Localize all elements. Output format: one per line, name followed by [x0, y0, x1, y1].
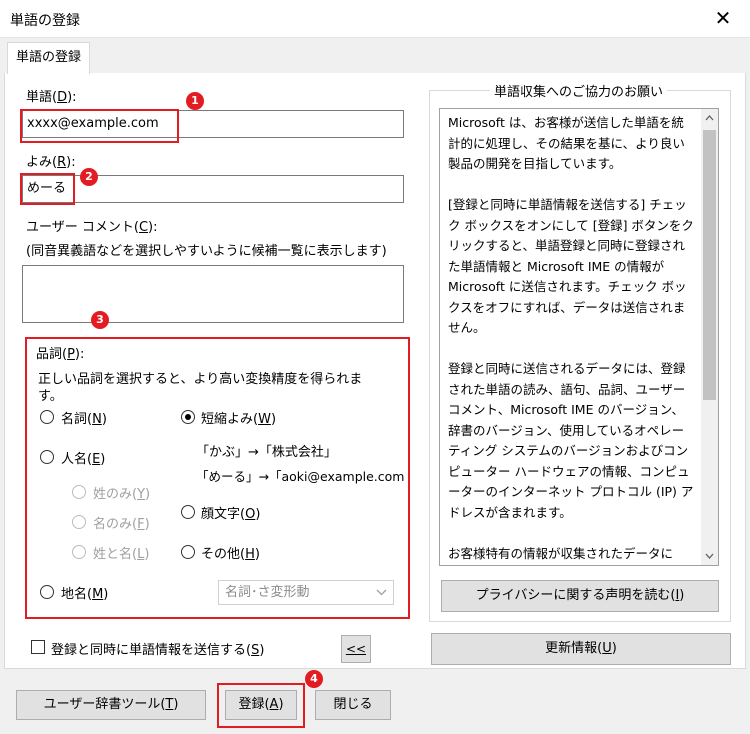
collapse-button[interactable]: << [341, 635, 371, 663]
pos-description: 正しい品詞を選択すると、より高い変換精度を得られます。 [38, 372, 363, 404]
radio-other-label: その他(H) [201, 547, 260, 562]
radio-given-name-label: 名のみ(F) [93, 517, 150, 532]
radio-noun[interactable] [40, 410, 54, 424]
reading-label: よみ(R): [26, 155, 76, 170]
radio-place[interactable] [40, 585, 54, 599]
radio-place-label: 地名(M) [61, 587, 109, 602]
radio-surname[interactable] [72, 485, 86, 499]
word-label: 単語(D): [26, 90, 77, 105]
send-word-info-label: 登録と同時に単語情報を送信する(S) [51, 643, 265, 658]
info-text-box: Microsoft は、お客様が送信した単語を統計的に処理し、その結果を基に、よ… [439, 108, 719, 566]
radio-given-name[interactable] [72, 515, 86, 529]
update-info-button[interactable]: 更新情報(U) [431, 633, 731, 665]
user-dictionary-tool-button[interactable]: ユーザー辞書ツール(T) [16, 690, 206, 720]
step-badge-1: 1 [186, 92, 204, 110]
comment-hint: (同音異義語などを選択しやすいように候補一覧に表示します) [26, 244, 387, 259]
chevron-down-icon [376, 589, 387, 596]
register-button[interactable]: 登録(A) [225, 690, 297, 720]
radio-emoticon[interactable] [181, 505, 195, 519]
abbreviation-example-2: 「めーる」→「aoki@example.com [196, 469, 405, 484]
info-group-title: 単語収集へのご協力のお願い [490, 81, 668, 100]
radio-other[interactable] [181, 545, 195, 559]
radio-person[interactable] [40, 450, 54, 464]
send-word-info-checkbox[interactable] [31, 640, 45, 654]
abbreviation-example-1: 「かぶ」→「株式会社」 [196, 445, 337, 460]
step-badge-3: 3 [91, 311, 109, 329]
info-text: Microsoft は、お客様が送信した単語を統計的に処理し、その結果を基に、よ… [448, 115, 694, 561]
info-scroll-thumb[interactable] [703, 130, 716, 400]
pos-label: 品詞(P): [36, 347, 85, 362]
radio-full-name-label: 姓と名(L) [93, 547, 150, 562]
highlight-box-1 [20, 109, 179, 143]
tab-word-registration[interactable]: 単語の登録 [7, 42, 90, 74]
radio-noun-label: 名詞(N) [61, 412, 107, 427]
step-badge-4: 4 [305, 670, 323, 688]
close-button[interactable]: 閉じる [315, 690, 391, 720]
comment-textarea[interactable] [22, 265, 404, 323]
scroll-up-icon[interactable] [705, 115, 714, 121]
comment-label: ユーザー コメント(C): [26, 220, 158, 235]
collapse-button-label: << [345, 642, 367, 656]
window-title: 単語の登録 [10, 13, 80, 29]
privacy-statement-button[interactable]: プライバシーに関する声明を読む(I) [441, 580, 719, 612]
radio-full-name[interactable] [72, 545, 86, 559]
step-badge-2: 2 [80, 168, 98, 186]
radio-abbreviation-label: 短縮よみ(W) [201, 412, 277, 427]
radio-surname-label: 姓のみ(Y) [93, 487, 151, 502]
info-scrollbar[interactable] [701, 109, 718, 565]
title-bar: 単語の登録 ✕ [0, 0, 750, 38]
pos-detail-dropdown-value: 名詞･さ変形動 [225, 585, 310, 600]
radio-emoticon-label: 顔文字(O) [201, 507, 261, 522]
pos-detail-dropdown[interactable]: 名詞･さ変形動 [218, 580, 394, 605]
highlight-box-2 [20, 173, 75, 205]
radio-abbreviation[interactable] [181, 410, 195, 424]
scroll-down-icon[interactable] [705, 553, 714, 559]
close-icon[interactable]: ✕ [710, 4, 736, 32]
radio-person-label: 人名(E) [61, 452, 106, 467]
